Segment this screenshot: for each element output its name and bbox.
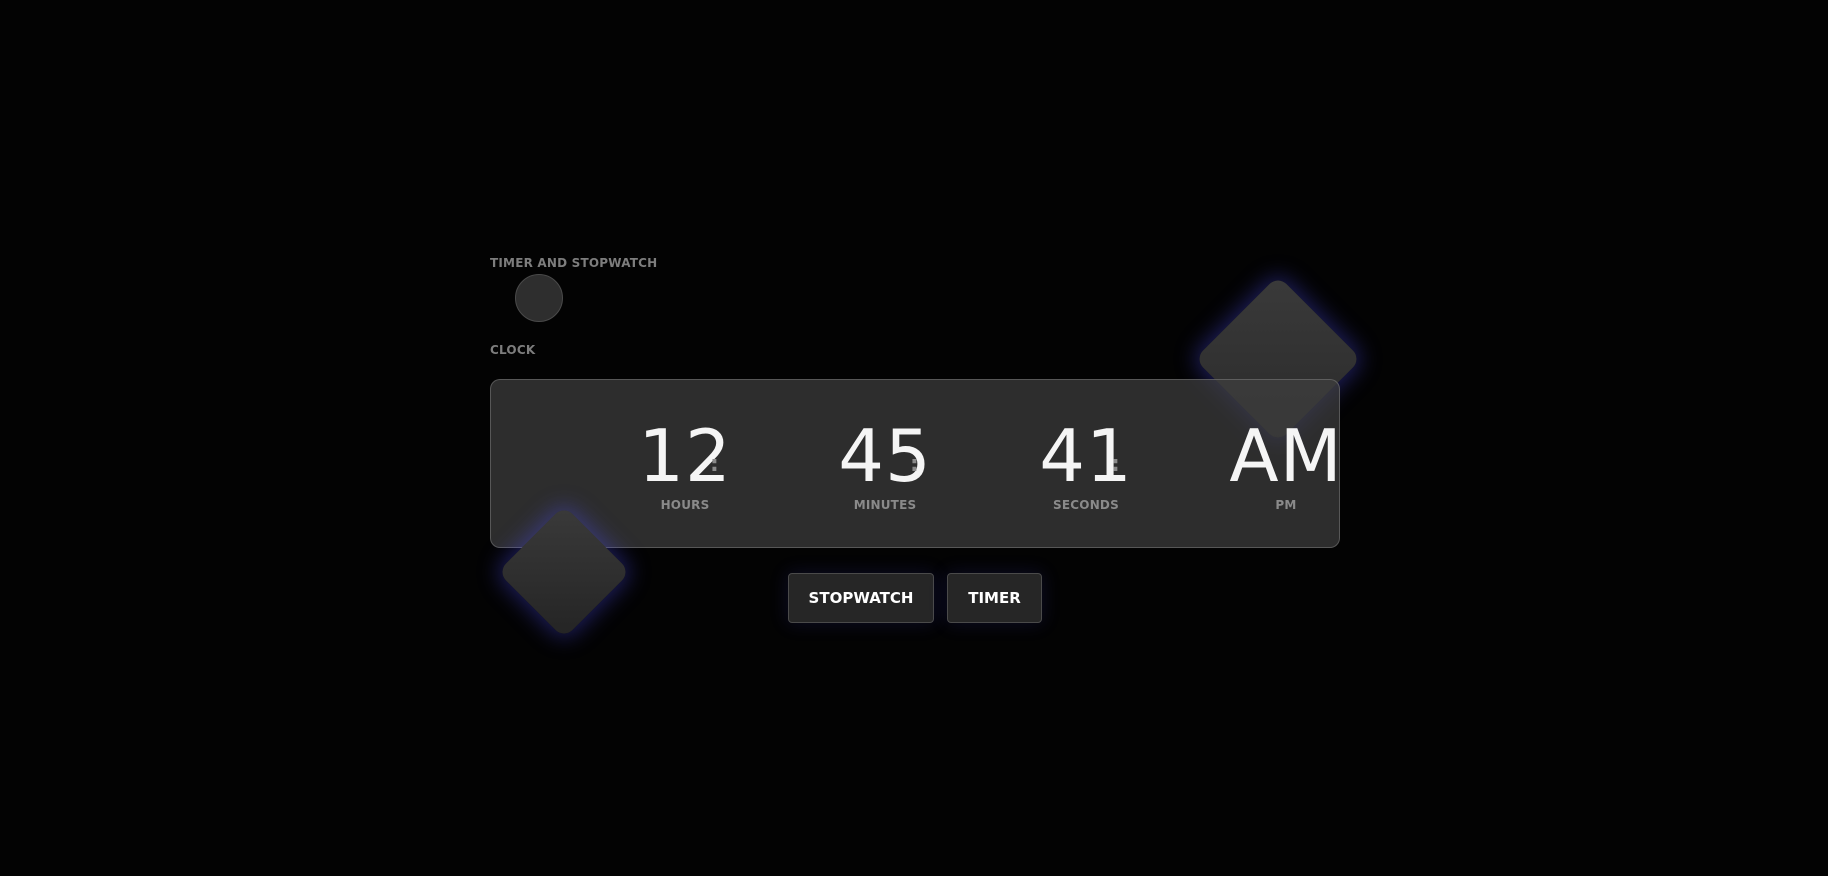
period-value: AM <box>1229 414 1343 498</box>
minutes-value: 45 <box>838 414 932 498</box>
mode-label-clock: CLOCK <box>490 343 536 357</box>
timer-button[interactable]: TIMER <box>947 573 1042 623</box>
minutes-unit: 45 MINUTES <box>815 380 955 512</box>
mode-toggle-knob[interactable] <box>515 274 563 322</box>
time-separator: : <box>710 452 719 477</box>
seconds-caption: SECONDS <box>1053 498 1119 512</box>
minutes-caption: MINUTES <box>853 498 917 512</box>
hours-caption: HOURS <box>660 498 710 512</box>
period-unit: AM PM <box>1216 380 1356 512</box>
seconds-unit: 41 SECONDS <box>1016 380 1156 512</box>
mode-label-timer-stopwatch: TIMER AND STOPWATCH <box>490 256 658 270</box>
stopwatch-button[interactable]: STOPWATCH <box>788 573 934 623</box>
seconds-value: 41 <box>1039 414 1133 498</box>
period-caption: PM <box>1275 498 1297 512</box>
time-separator: : <box>1111 452 1120 477</box>
clock-app: TIMER AND STOPWATCH CLOCK 12 HOURS : 45 … <box>0 0 1828 876</box>
hours-unit: 12 HOURS <box>615 380 755 512</box>
clock-display-panel: 12 HOURS : 45 MINUTES : 41 SECONDS : AM … <box>490 379 1342 548</box>
time-separator: : <box>910 452 919 477</box>
hours-value: 12 <box>638 414 732 498</box>
